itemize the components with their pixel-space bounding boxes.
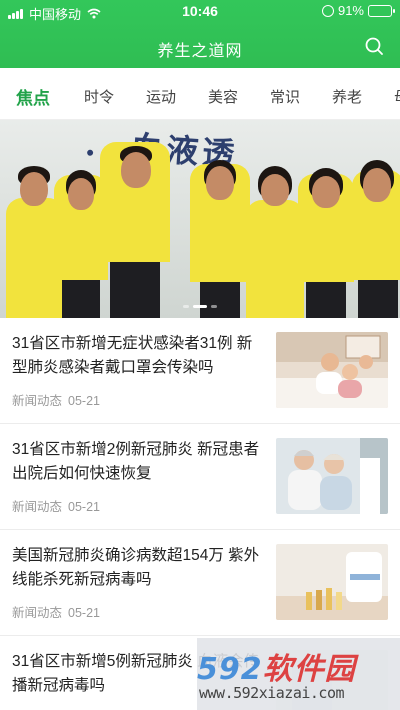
carousel-indicator bbox=[0, 305, 400, 308]
alarm-icon bbox=[321, 4, 334, 17]
tab-focus[interactable]: 焦点 bbox=[16, 84, 50, 109]
news-meta: 新闻动态 05-21 bbox=[12, 602, 100, 621]
news-meta: 新闻动态 05-21 bbox=[12, 390, 100, 409]
tab-beauty[interactable]: 美容 bbox=[208, 86, 238, 107]
news-source: 新闻动态 bbox=[12, 394, 63, 408]
carousel-dot[interactable] bbox=[183, 305, 189, 308]
banner-carousel[interactable]: ...血液透 bbox=[0, 120, 400, 318]
watermark: 592软件园 www.592xiazai.com bbox=[197, 638, 400, 710]
tab-elderly[interactable]: 养老 bbox=[332, 86, 362, 107]
news-thumbnail bbox=[276, 544, 388, 620]
tab-knowledge[interactable]: 常识 bbox=[270, 86, 300, 107]
news-date: 05-21 bbox=[68, 606, 100, 620]
tab-seasonal[interactable]: 时令 bbox=[84, 86, 114, 107]
list-item[interactable]: 31省区市新增2例新冠肺炎 新冠患者出院后如何快速恢复 新闻动态 05-21 bbox=[0, 424, 400, 530]
carousel-dot-active[interactable] bbox=[193, 305, 207, 308]
news-thumbnail bbox=[276, 332, 388, 408]
news-title: 31省区市新增无症状感染者31例 新型肺炎感染者戴口罩会传染吗 bbox=[12, 335, 253, 376]
news-source: 新闻动态 bbox=[12, 500, 63, 514]
list-item[interactable]: 31省区市新增无症状感染者31例 新型肺炎感染者戴口罩会传染吗 新闻动态 05-2… bbox=[0, 318, 400, 424]
watermark-text: 软件园 bbox=[262, 652, 356, 687]
carousel-dot[interactable] bbox=[211, 305, 217, 308]
page-title: 养生之道网 bbox=[157, 43, 243, 60]
battery-icon bbox=[368, 4, 395, 17]
news-thumbnail bbox=[276, 438, 388, 514]
search-icon[interactable] bbox=[364, 36, 384, 56]
battery-percent: 91% bbox=[337, 3, 364, 18]
status-bar: 中国移动 10:46 91% bbox=[0, 0, 400, 22]
category-tabs: 焦点 时令 运动 美容 常识 养老 母 bbox=[0, 68, 400, 120]
news-meta: 新闻动态 05-21 bbox=[12, 496, 100, 515]
app-header: 中国移动 10:46 91% 养生之道网 bbox=[0, 0, 400, 68]
list-item[interactable]: 美国新冠肺炎确诊病数超154万 紫外线能杀死新冠病毒吗 新闻动态 05-21 bbox=[0, 530, 400, 636]
tab-mother[interactable]: 母 bbox=[394, 86, 400, 107]
news-date: 05-21 bbox=[68, 500, 100, 514]
watermark-url: www.592xiazai.com bbox=[199, 684, 345, 702]
news-source: 新闻动态 bbox=[12, 606, 63, 620]
news-title: 美国新冠肺炎确诊病数超154万 紫外线能杀死新冠病毒吗 bbox=[12, 547, 260, 588]
news-date: 05-21 bbox=[68, 394, 100, 408]
tab-sports[interactable]: 运动 bbox=[146, 86, 176, 107]
watermark-number: 592 bbox=[197, 652, 263, 687]
news-title: 31省区市新增2例新冠肺炎 新冠患者出院后如何快速恢复 bbox=[12, 441, 260, 482]
